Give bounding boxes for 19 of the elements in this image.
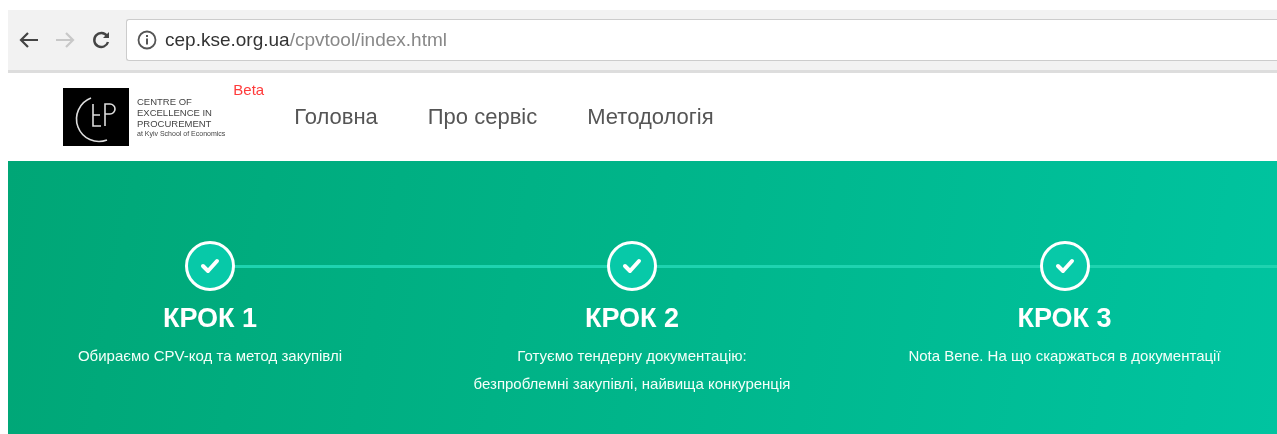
step-description: Готуємо тендерну документацію: безпроблемні закупівлі, найвища конкуренція — [473, 346, 791, 394]
step-title: КРОК 3 — [1017, 303, 1112, 334]
logo-text: PROCUREMENT — [137, 117, 213, 129]
step-title: КРОК 2 — [584, 303, 680, 334]
nav-link[interactable]: Головна — [294, 104, 378, 130]
reload-icon[interactable] — [90, 29, 112, 51]
beta-label: Beta — [233, 81, 265, 98]
address-bar[interactable]: cep.kse.org.ua/cpvtool/index.html — [126, 19, 1277, 61]
url-host: cep.kse.org.ua — [165, 29, 290, 51]
step-description: Nota Bene. На що скаржаться в документації — [908, 346, 1221, 366]
nav-link[interactable]: Методологія — [587, 104, 714, 130]
nav-link[interactable]: Про сервіс — [427, 104, 538, 130]
logo-text: CENTRE OF — [137, 95, 193, 107]
step-title: КРОК 1 — [162, 303, 258, 334]
step-description: Обираємо CPV-код та метод закупівлі — [77, 346, 343, 366]
url-path: /cpvtool/index.html — [289, 29, 447, 51]
info-icon — [137, 30, 157, 50]
logo-text: EXCELLENCE IN — [137, 106, 213, 118]
logo-icon[interactable] — [63, 88, 129, 146]
